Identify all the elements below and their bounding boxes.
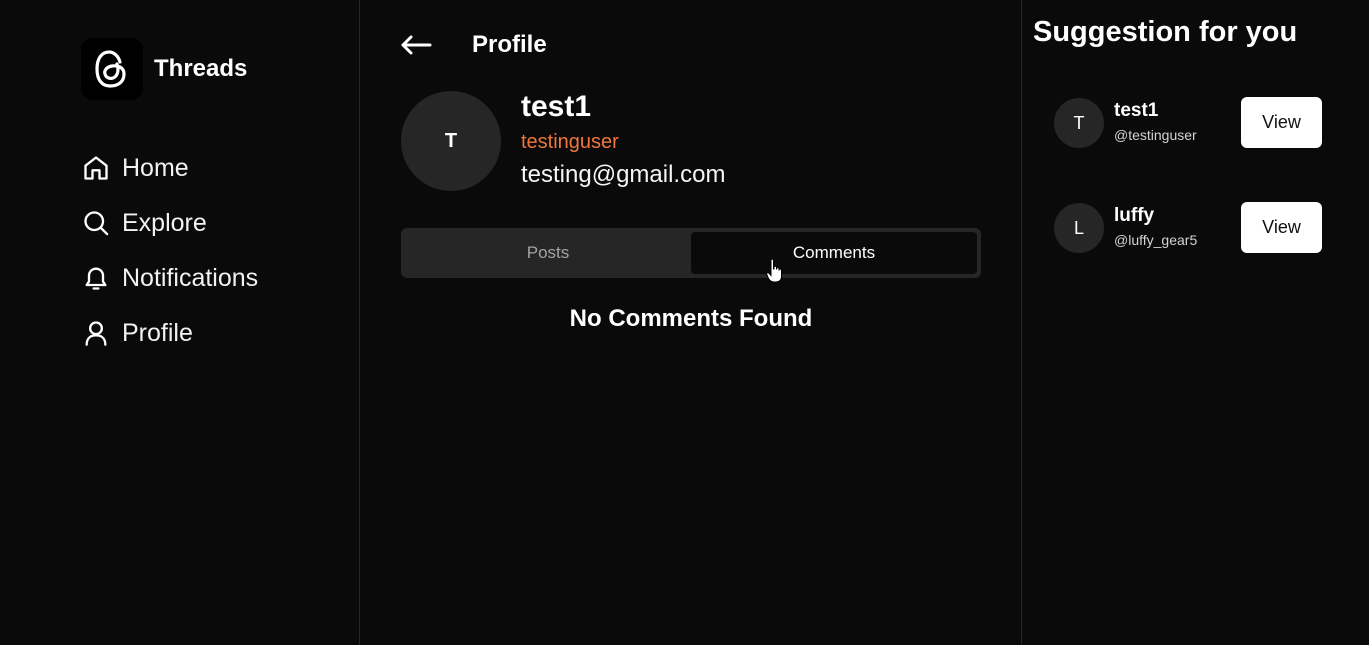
avatar[interactable]: T (1054, 98, 1104, 148)
suggestion-handle: @luffy_gear5 (1114, 232, 1198, 248)
empty-comments-message: No Comments Found (569, 305, 813, 332)
suggestion-item: T test1 @testinguser View (1054, 97, 1354, 149)
brand[interactable]: Threads (81, 38, 247, 100)
brand-name: Threads (154, 55, 248, 82)
arrow-left-icon[interactable] (399, 30, 433, 60)
search-icon (81, 208, 111, 238)
nav-label-profile: Profile (122, 318, 193, 347)
view-button[interactable]: View (1241, 202, 1322, 253)
nav-label-home: Home (122, 153, 189, 182)
nav-item-profile[interactable]: Profile (81, 313, 258, 353)
app-root: Threads Home Explore Notifications Profi… (0, 0, 1369, 645)
nav-label-notifications: Notifications (122, 263, 259, 292)
suggestion-item: L luffy @luffy_gear5 View (1054, 202, 1354, 254)
suggestion-name: test1 (1114, 100, 1159, 121)
home-icon (81, 153, 111, 183)
sidebar: Threads Home Explore Notifications Profi… (0, 0, 360, 645)
nav-item-home[interactable]: Home (81, 148, 258, 188)
profile-main: Profile T test1 testinguser testing@gmai… (361, 0, 1021, 645)
page-title: Profile (472, 31, 547, 58)
profile-username: testinguser (521, 131, 619, 153)
nav-label-explore: Explore (122, 208, 207, 237)
nav-item-explore[interactable]: Explore (81, 203, 258, 243)
suggestion-name: luffy (1114, 205, 1155, 226)
suggestions-title: Suggestion for you (1033, 16, 1298, 48)
suggestion-handle: @testinguser (1114, 127, 1197, 143)
nav-item-notifications[interactable]: Notifications (81, 258, 258, 298)
profile-avatar: T (401, 91, 501, 191)
tab-comments[interactable]: Comments (691, 232, 977, 274)
bell-icon (81, 263, 111, 293)
main-nav: Home Explore Notifications Profile (81, 148, 258, 368)
avatar[interactable]: L (1054, 203, 1104, 253)
view-button[interactable]: View (1241, 97, 1322, 148)
profile-email: testing@gmail.com (521, 161, 726, 188)
threads-logo-icon (81, 38, 143, 100)
user-icon (81, 318, 111, 348)
profile-name: test1 (521, 90, 592, 123)
hand-cursor-icon (766, 258, 784, 284)
suggestions-panel: Suggestion for you T test1 @testinguser … (1021, 0, 1369, 645)
profile-tabs: Posts Comments (401, 228, 981, 278)
tab-posts[interactable]: Posts (405, 232, 691, 274)
